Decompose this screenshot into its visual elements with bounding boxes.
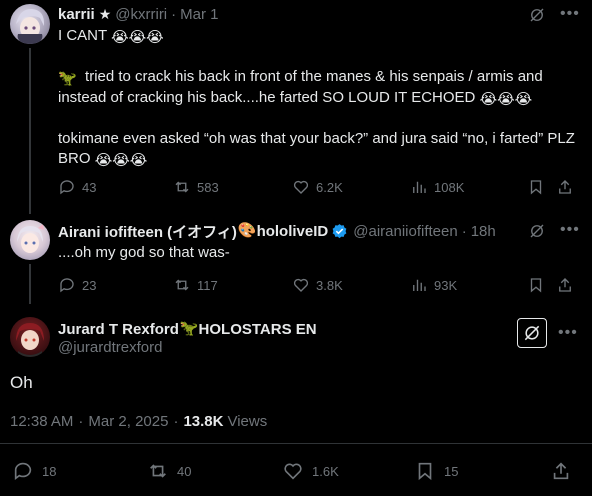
avatar-jurard[interactable] bbox=[10, 317, 50, 357]
share-button[interactable] bbox=[550, 460, 572, 482]
thread-line bbox=[29, 48, 31, 214]
reply-button[interactable]: 23 bbox=[58, 275, 96, 295]
more-icon[interactable]: ••• bbox=[558, 324, 578, 342]
tweet-timestamp: 12:38 AM · Mar 2, 2025 · 13.8K Views bbox=[10, 413, 267, 430]
grok-icon[interactable] bbox=[517, 318, 547, 348]
like-button[interactable]: 6.2K bbox=[292, 177, 343, 197]
author-name-suffix[interactable]: hololiveID bbox=[257, 223, 329, 240]
share-icon[interactable] bbox=[556, 178, 574, 201]
views-count: 13.8K bbox=[183, 413, 224, 430]
repost-button[interactable]: 583 bbox=[173, 177, 219, 197]
bookmark-button[interactable]: 15 bbox=[414, 460, 458, 482]
bookmark-icon bbox=[418, 462, 432, 481]
crying-emoji: 😭😭😭 bbox=[111, 29, 164, 46]
like-count: 1.6K bbox=[312, 463, 339, 479]
bookmark-icon[interactable] bbox=[527, 178, 545, 201]
repost-count: 583 bbox=[197, 179, 219, 195]
repost-icon bbox=[175, 279, 189, 291]
views-label: Views bbox=[227, 413, 268, 430]
views-icon bbox=[413, 181, 426, 193]
dinosaur-emoji: 🦖 bbox=[58, 70, 77, 87]
more-icon[interactable]: ••• bbox=[560, 5, 580, 23]
reply-icon bbox=[14, 462, 32, 480]
tweet-date[interactable]: Mar 2, 2025 bbox=[88, 413, 168, 430]
author-handle[interactable]: @airaniiofifteen bbox=[353, 223, 457, 240]
reply-count: 18 bbox=[42, 463, 57, 479]
palette-emoji: 🎨 bbox=[237, 222, 257, 239]
author-name[interactable]: Airani iofifteen (イオフィ) bbox=[58, 221, 237, 242]
text-line-2: tried to crack his back in front of the … bbox=[58, 68, 543, 106]
reply-count: 43 bbox=[82, 179, 97, 195]
avatar-image bbox=[16, 323, 44, 357]
views-button[interactable]: 108K bbox=[410, 177, 464, 197]
crying-emoji: 😭😭😭 bbox=[94, 152, 148, 169]
heart-icon bbox=[293, 180, 309, 194]
tweet-header: Airani iofifteen (イオフィ) 🎨 hololiveID @ai… bbox=[58, 221, 496, 241]
bookmark-icon[interactable] bbox=[527, 276, 545, 299]
avatar-image bbox=[17, 224, 44, 253]
separator: · bbox=[171, 5, 177, 23]
grok-icon[interactable] bbox=[528, 222, 546, 245]
dinosaur-emoji: 🦖 bbox=[179, 320, 199, 337]
tweet-text: ....oh my god so that was- bbox=[58, 244, 230, 261]
bookmark-count: 15 bbox=[444, 463, 459, 479]
repost-icon bbox=[175, 181, 189, 193]
author-name[interactable]: karrii bbox=[58, 6, 95, 23]
author-handle[interactable]: @kxrriri bbox=[115, 6, 167, 23]
tweet-text: Oh bbox=[10, 373, 33, 392]
crying-emoji: 😭😭😭 bbox=[479, 91, 533, 108]
views-count: 108K bbox=[434, 179, 465, 195]
repost-button[interactable]: 40 bbox=[147, 460, 191, 482]
separator: · bbox=[173, 413, 179, 430]
tweet-time[interactable]: 12:38 AM bbox=[10, 413, 73, 430]
heart-icon bbox=[293, 278, 309, 292]
author-handle[interactable]: @jurardtrexford bbox=[58, 339, 162, 356]
separator: · bbox=[461, 222, 467, 240]
reply-button[interactable]: 18 bbox=[12, 460, 56, 482]
share-icon[interactable] bbox=[556, 276, 574, 299]
more-icon[interactable]: ••• bbox=[560, 221, 580, 239]
tweet-text: I CANT 😭😭😭 🦖 tried to crack his back in … bbox=[58, 26, 578, 170]
reply-icon bbox=[60, 278, 74, 293]
repost-button[interactable]: 117 bbox=[173, 275, 218, 295]
reply-count: 23 bbox=[82, 277, 97, 293]
thread-line bbox=[29, 264, 31, 304]
avatar-karrii[interactable] bbox=[10, 4, 50, 44]
tweet-date[interactable]: 18h bbox=[471, 223, 496, 240]
separator: · bbox=[78, 413, 84, 430]
views-count: 93K bbox=[434, 277, 458, 293]
like-count: 6.2K bbox=[316, 179, 343, 195]
share-icon bbox=[553, 462, 569, 480]
like-button[interactable]: 3.8K bbox=[292, 275, 343, 295]
views-icon bbox=[413, 279, 426, 291]
reply-button[interactable]: 43 bbox=[58, 177, 96, 197]
tweet-date[interactable]: Mar 1 bbox=[180, 6, 218, 23]
heart-icon bbox=[284, 463, 302, 480]
views-button[interactable]: 93K bbox=[410, 275, 457, 295]
repost-icon bbox=[150, 464, 166, 478]
tweet-header: karrii ★ @kxrriri · Mar 1 bbox=[58, 4, 219, 24]
avatar-airani[interactable] bbox=[10, 220, 50, 260]
star-badge: ★ bbox=[98, 5, 112, 22]
author-name[interactable]: Jurard T Rexford bbox=[58, 321, 179, 338]
like-count: 3.8K bbox=[316, 277, 343, 293]
divider bbox=[0, 443, 592, 444]
avatar-image bbox=[16, 8, 45, 44]
reply-icon bbox=[60, 180, 74, 195]
repost-count: 40 bbox=[177, 463, 192, 479]
author-name-suffix[interactable]: HOLOSTARS EN bbox=[199, 321, 317, 338]
verified-badge-icon bbox=[332, 223, 347, 238]
repost-count: 117 bbox=[197, 277, 218, 293]
tweet-header: Jurard T Rexford 🦖 HOLOSTARS EN bbox=[58, 319, 317, 339]
like-button[interactable]: 1.6K bbox=[282, 460, 339, 482]
text-line-1: I CANT bbox=[58, 27, 107, 44]
